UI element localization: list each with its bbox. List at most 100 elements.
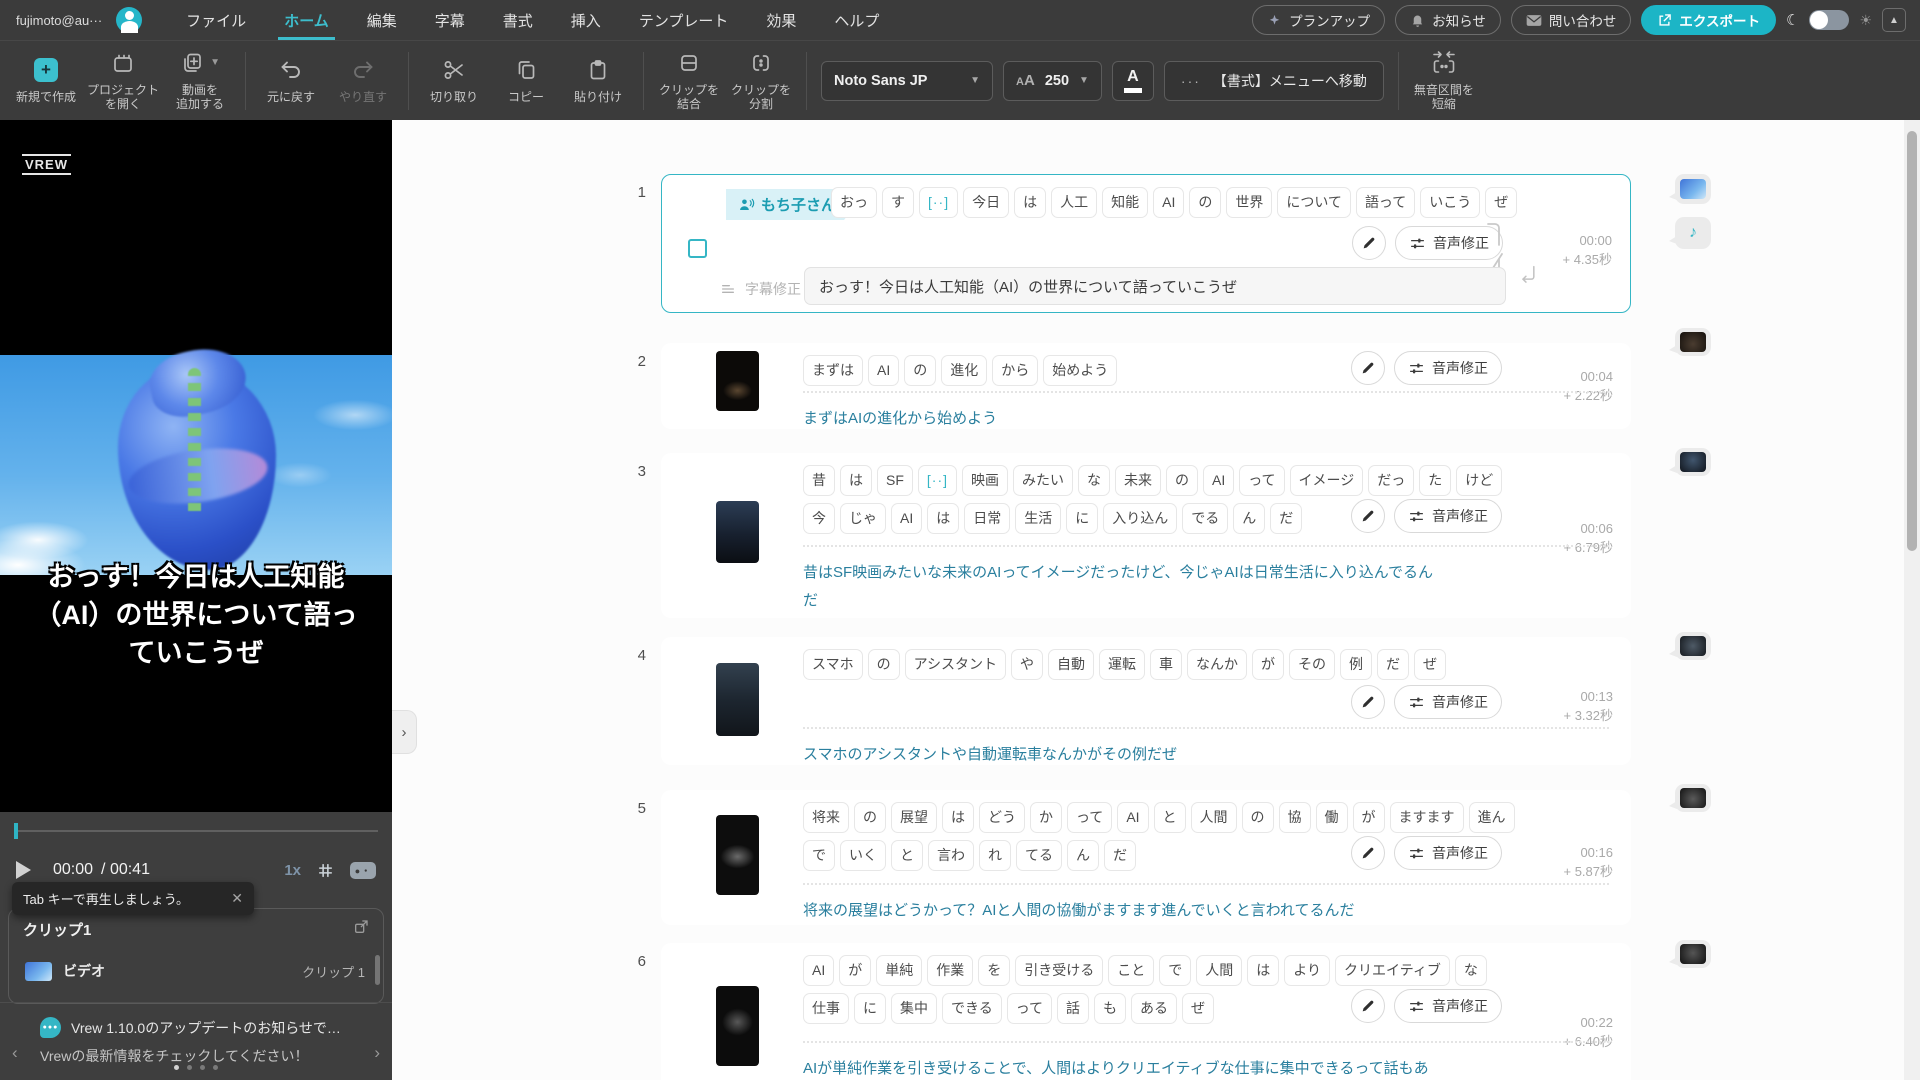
word-token[interactable]: AI [1153, 187, 1185, 218]
plan-upgrade-button[interactable]: プランアップ [1252, 5, 1386, 35]
voice-fix-button[interactable]: 音声修正 [1394, 351, 1502, 385]
word-token[interactable]: 将来 [803, 802, 849, 833]
word-token[interactable]: か [1030, 802, 1062, 833]
word-token[interactable]: の [854, 802, 886, 833]
word-token[interactable]: って [1239, 465, 1285, 496]
edit-pencil-button[interactable] [1351, 836, 1385, 870]
external-link-icon[interactable] [353, 919, 369, 935]
word-token[interactable]: も [1094, 992, 1127, 1024]
playhead-marker[interactable] [14, 823, 18, 839]
word-token[interactable]: 単純 [876, 955, 923, 986]
word-token[interactable]: で [803, 839, 835, 871]
clip-row-1[interactable]: もち子さん おっす [··] 今日は人工 知能 AI の世界 について 語って いこうぜ音声修正 0… [661, 174, 1631, 313]
word-token[interactable]: ぜ [1485, 187, 1518, 218]
word-token[interactable]: 進化 [941, 355, 988, 386]
word-token[interactable]: [··] [919, 187, 959, 218]
word-token[interactable]: だ [1104, 839, 1136, 871]
word-token[interactable]: より [1284, 955, 1330, 986]
word-token[interactable]: の [904, 355, 937, 386]
word-token[interactable]: 協 [1278, 802, 1311, 833]
menu-item-テンプレート[interactable]: テンプレート [639, 0, 729, 40]
word-token[interactable]: 世界 [1226, 187, 1273, 218]
clip3-media-bubble[interactable] [1669, 448, 1711, 476]
menu-item-挿入[interactable]: 挿入 [571, 0, 601, 40]
word-token[interactable]: [··] [917, 465, 957, 496]
word-token[interactable]: が [1352, 802, 1385, 833]
word-token[interactable]: できる [942, 992, 1002, 1024]
word-token[interactable]: 自動 [1048, 649, 1095, 680]
word-token[interactable]: AI [1203, 465, 1235, 496]
clip6-media-bubble[interactable] [1669, 940, 1711, 968]
font-select[interactable]: Noto Sans JP ▼ [821, 60, 994, 101]
clip5-media-bubble[interactable] [1669, 784, 1711, 812]
menu-item-書式[interactable]: 書式 [503, 0, 533, 40]
clip2-media-bubble[interactable] [1669, 328, 1711, 356]
play-button[interactable] [16, 861, 31, 879]
voice-fix-button[interactable]: 音声修正 [1394, 836, 1502, 870]
new-project-button[interactable]: + 新規で作成 [10, 57, 82, 104]
word-token[interactable]: は [942, 802, 974, 833]
word-token[interactable]: 車 [1150, 649, 1183, 680]
clip-thumbnail[interactable] [716, 986, 759, 1066]
notifications-button[interactable]: お知らせ [1395, 5, 1501, 35]
word-token[interactable]: ますます [1389, 802, 1464, 833]
word-token[interactable]: AI [868, 355, 900, 386]
merge-clips-button[interactable]: クリップを 結合 [653, 50, 725, 112]
edit-pencil-button[interactable] [1352, 226, 1386, 260]
word-token[interactable]: な [1454, 955, 1487, 986]
word-token[interactable]: 昔 [803, 465, 835, 496]
word-token[interactable]: 話 [1057, 992, 1090, 1024]
clip-row-2[interactable]: まずは AI の進化 から 始めよう 音声修正 00:04 + 2.22秒 まずはAIの進化から… [661, 343, 1631, 429]
word-token[interactable]: の [1189, 187, 1222, 218]
word-token[interactable]: AI [1117, 802, 1149, 833]
word-token[interactable]: と [891, 839, 923, 871]
clip4-media-bubble[interactable] [1669, 632, 1711, 660]
clip-thumbnail[interactable] [716, 501, 759, 563]
word-token[interactable]: 例 [1340, 649, 1373, 680]
menu-item-ヘルプ[interactable]: ヘルプ [834, 0, 879, 40]
word-token[interactable]: でる [1182, 502, 1229, 534]
word-token[interactable]: 引き受ける [1015, 955, 1104, 986]
clip-row-4[interactable]: スマホのアシスタントや自動 運転車なんかがその例だぜ音声修正 00:13 + 3.32… [661, 637, 1631, 765]
word-token[interactable]: の [1241, 802, 1274, 833]
word-token[interactable]: だ [1270, 502, 1303, 534]
word-token[interactable]: じゃ [840, 502, 886, 534]
word-token[interactable]: や [1011, 649, 1044, 680]
word-token[interactable]: 人間 [1190, 802, 1237, 833]
word-token[interactable]: だっ [1368, 465, 1415, 496]
word-token[interactable]: ぜ [1182, 992, 1215, 1024]
clip-subtitle-text[interactable]: AIが単純作業を引き受けることで、人間はよりクリエイティブな仕事に集中できるって… [803, 1055, 1433, 1080]
word-token[interactable]: 始めよう [1043, 355, 1118, 386]
word-token[interactable]: に [854, 992, 886, 1024]
word-token[interactable]: す [882, 187, 914, 218]
word-token[interactable]: 生活 [1015, 502, 1062, 534]
clip-subtitle-text[interactable]: まずはAIの進化から始めよう [803, 405, 1433, 433]
word-token[interactable]: みたい [1013, 465, 1073, 496]
clip-thumbnail[interactable] [716, 351, 759, 411]
menu-item-編集[interactable]: 編集 [367, 0, 397, 40]
clip-thumbnail[interactable] [716, 815, 759, 895]
word-token[interactable]: は [927, 502, 960, 534]
word-token[interactable]: 人工 [1051, 187, 1098, 218]
word-token[interactable]: どう [979, 802, 1025, 833]
word-token[interactable]: こと [1108, 955, 1155, 986]
word-token[interactable]: って [1006, 992, 1053, 1024]
subtitle-display-toggle-icon[interactable]: ●・ [350, 861, 376, 879]
add-video-button[interactable]: ▼ 動画を 追加する [164, 50, 236, 112]
word-token[interactable]: SF [877, 465, 913, 496]
word-token[interactable]: 入り込ん [1103, 502, 1178, 534]
word-token[interactable]: から [992, 355, 1039, 386]
word-token[interactable]: れ [979, 839, 1011, 871]
word-token[interactable]: けど [1456, 465, 1503, 496]
voice-fix-button[interactable]: 音声修正 [1394, 499, 1502, 533]
paste-button[interactable]: 貼り付け [562, 57, 634, 104]
clip-thumbnail[interactable] [716, 663, 759, 736]
grid-icon[interactable] [316, 861, 335, 880]
word-token[interactable]: 今 [803, 502, 835, 534]
close-icon[interactable]: ✕ [231, 890, 243, 907]
word-token[interactable]: 展望 [891, 802, 937, 833]
word-token[interactable]: ん [1067, 839, 1099, 871]
word-token[interactable]: が [839, 955, 872, 986]
word-token[interactable]: ある [1131, 992, 1178, 1024]
open-project-button[interactable]: プロジェクト を開く [82, 50, 164, 112]
